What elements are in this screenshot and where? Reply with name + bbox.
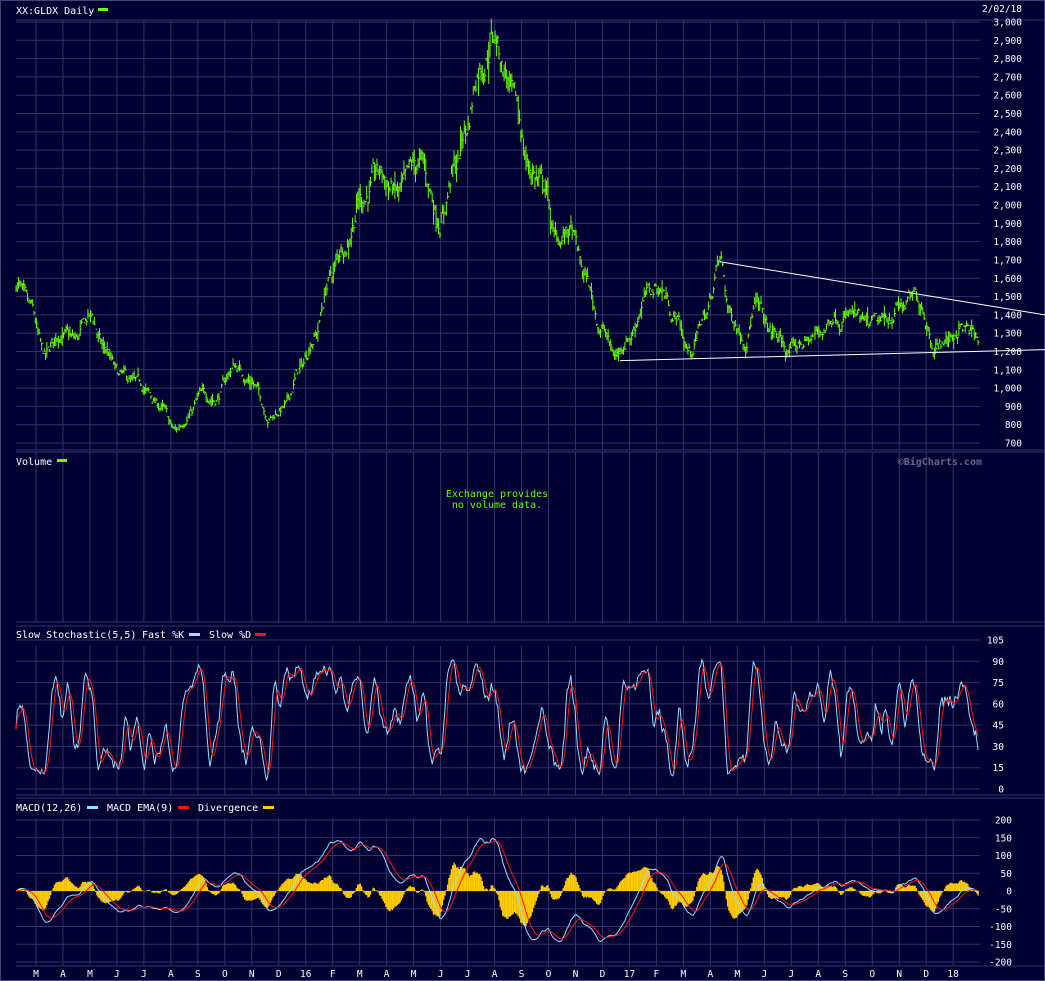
x-tick-label: S — [842, 969, 848, 980]
copyright: ©BigCharts.com — [898, 456, 982, 468]
x-tick-label: M — [681, 969, 687, 980]
x-tick-label: J — [465, 969, 471, 980]
x-tick-label: J — [761, 969, 767, 980]
price-tick-label: 2,300 — [993, 146, 1022, 157]
price-tick-label: 1,300 — [993, 329, 1022, 340]
price-tick-label: 2,100 — [993, 182, 1022, 193]
macd-title: MACD(12,26) — [16, 803, 82, 814]
x-tick-label: A — [815, 969, 821, 980]
x-tick-label: D — [923, 969, 929, 980]
x-tick-label: M — [33, 969, 39, 980]
price-tick-label: 1,400 — [993, 310, 1022, 321]
x-tick-label: D — [276, 969, 282, 980]
x-tick-label: M — [87, 969, 93, 980]
stochastic-title: Slow Stochastic(5,5) — [16, 630, 136, 641]
price-tick-label: 2,700 — [993, 72, 1022, 83]
x-tick-label: S — [195, 969, 201, 980]
price-tick-label: 3,000 — [993, 18, 1022, 29]
fast-k-label: Fast %K — [142, 630, 184, 641]
x-tick-label: N — [249, 969, 255, 980]
stochastic-tick-label: 45 — [993, 721, 1004, 732]
price-tick-label: 1,000 — [993, 384, 1022, 395]
x-tick-label: A — [60, 969, 66, 980]
x-tick-label: A — [168, 969, 174, 980]
macd-tick-label: -100 — [989, 922, 1012, 933]
chart-title: XX:GLDX Daily — [16, 6, 94, 17]
macd-tick-label: 50 — [1001, 869, 1013, 880]
price-tick-label: 1,500 — [993, 292, 1022, 303]
x-tick-label: A — [384, 969, 390, 980]
price-tick-label: 2,800 — [993, 54, 1022, 65]
stochastic-tick-label: 30 — [993, 742, 1005, 753]
x-tick-label: N — [573, 969, 579, 980]
price-tick-label: 2,900 — [993, 36, 1022, 47]
x-tick-label: M — [357, 969, 363, 980]
volume-title: Volume — [16, 457, 52, 468]
volume-message-2: no volume data. — [452, 500, 542, 511]
price-tick-label: 1,200 — [993, 347, 1022, 358]
divergence-swatch — [263, 806, 274, 809]
divergence-label: Divergence — [198, 803, 258, 814]
macd-tick-label: 200 — [995, 816, 1012, 827]
x-tick-label: 17 — [624, 969, 635, 980]
macd-tick-label: -200 — [989, 958, 1012, 969]
x-tick-label: O — [222, 969, 228, 980]
x-tick-label: J — [141, 969, 147, 980]
chart-date: 2/02/18 — [982, 4, 1022, 15]
x-tick-label: A — [492, 969, 498, 980]
macd-tick-label: 0 — [1006, 887, 1012, 898]
chart-canvas: XX:GLDX Daily 2/02/18 3,000 2,900 2,800 2,7… — [0, 0, 1045, 981]
x-tick-label: O — [869, 969, 875, 980]
x-tick-label: J — [114, 969, 120, 980]
macd-swatch — [87, 806, 98, 809]
stochastic-tick-label: 90 — [993, 657, 1005, 668]
fast-k-swatch — [189, 633, 200, 636]
x-tick-label: 16 — [300, 969, 312, 980]
x-tick-label: F — [654, 969, 660, 980]
macd-ema-swatch — [178, 806, 189, 809]
price-tick-label: 700 — [1005, 439, 1022, 450]
x-tick-label: 18 — [947, 969, 959, 980]
price-tick-label: 1,600 — [993, 274, 1022, 285]
slow-d-swatch — [255, 633, 266, 636]
x-tick-label: F — [330, 969, 336, 980]
macd-tick-label: -150 — [989, 940, 1012, 951]
x-tick-label: M — [411, 969, 417, 980]
x-tick-label: D — [600, 969, 606, 980]
volume-message-1: Exchange provides — [446, 489, 548, 500]
price-tick-label: 1,100 — [993, 365, 1022, 376]
volume-legend-swatch — [57, 459, 67, 462]
stochastic-tick-label: 0 — [998, 785, 1004, 796]
slow-d-label: Slow %D — [209, 630, 251, 641]
x-tick-label: N — [896, 969, 902, 980]
x-tick-label: M — [734, 969, 740, 980]
stochastic-tick-label: 60 — [993, 699, 1005, 710]
x-axis: M A M J J A S O N D 16 F M A M J J A S O N D 17 F M A M J J A S O N D 18 — [33, 969, 959, 980]
macd-tick-label: 100 — [995, 851, 1012, 862]
price-tick-label: 1,800 — [993, 237, 1022, 248]
price-tick-label: 1,900 — [993, 219, 1022, 230]
macd-tick-label: 150 — [995, 833, 1012, 844]
price-tick-label: 800 — [1005, 420, 1022, 431]
x-tick-label: J — [438, 969, 444, 980]
macd-tick-label: -50 — [995, 904, 1012, 915]
x-tick-label: S — [519, 969, 525, 980]
price-tick-label: 1,700 — [993, 255, 1022, 266]
price-tick-label: 900 — [1005, 402, 1022, 413]
stochastic-tick-label: 105 — [987, 636, 1004, 647]
price-tick-label: 2,000 — [993, 201, 1022, 212]
price-tick-label: 2,200 — [993, 164, 1022, 175]
stochastic-tick-label: 75 — [993, 678, 1004, 689]
price-tick-label: 2,600 — [993, 91, 1022, 102]
price-tick-label: 2,500 — [993, 109, 1022, 120]
x-tick-label: O — [546, 969, 552, 980]
macd-ema-label: MACD EMA(9) — [107, 803, 173, 814]
x-tick-label: J — [788, 969, 794, 980]
price-legend-swatch — [98, 8, 108, 11]
x-tick-label: A — [708, 969, 714, 980]
stochastic-tick-label: 15 — [993, 763, 1004, 774]
price-tick-label: 2,400 — [993, 127, 1022, 138]
